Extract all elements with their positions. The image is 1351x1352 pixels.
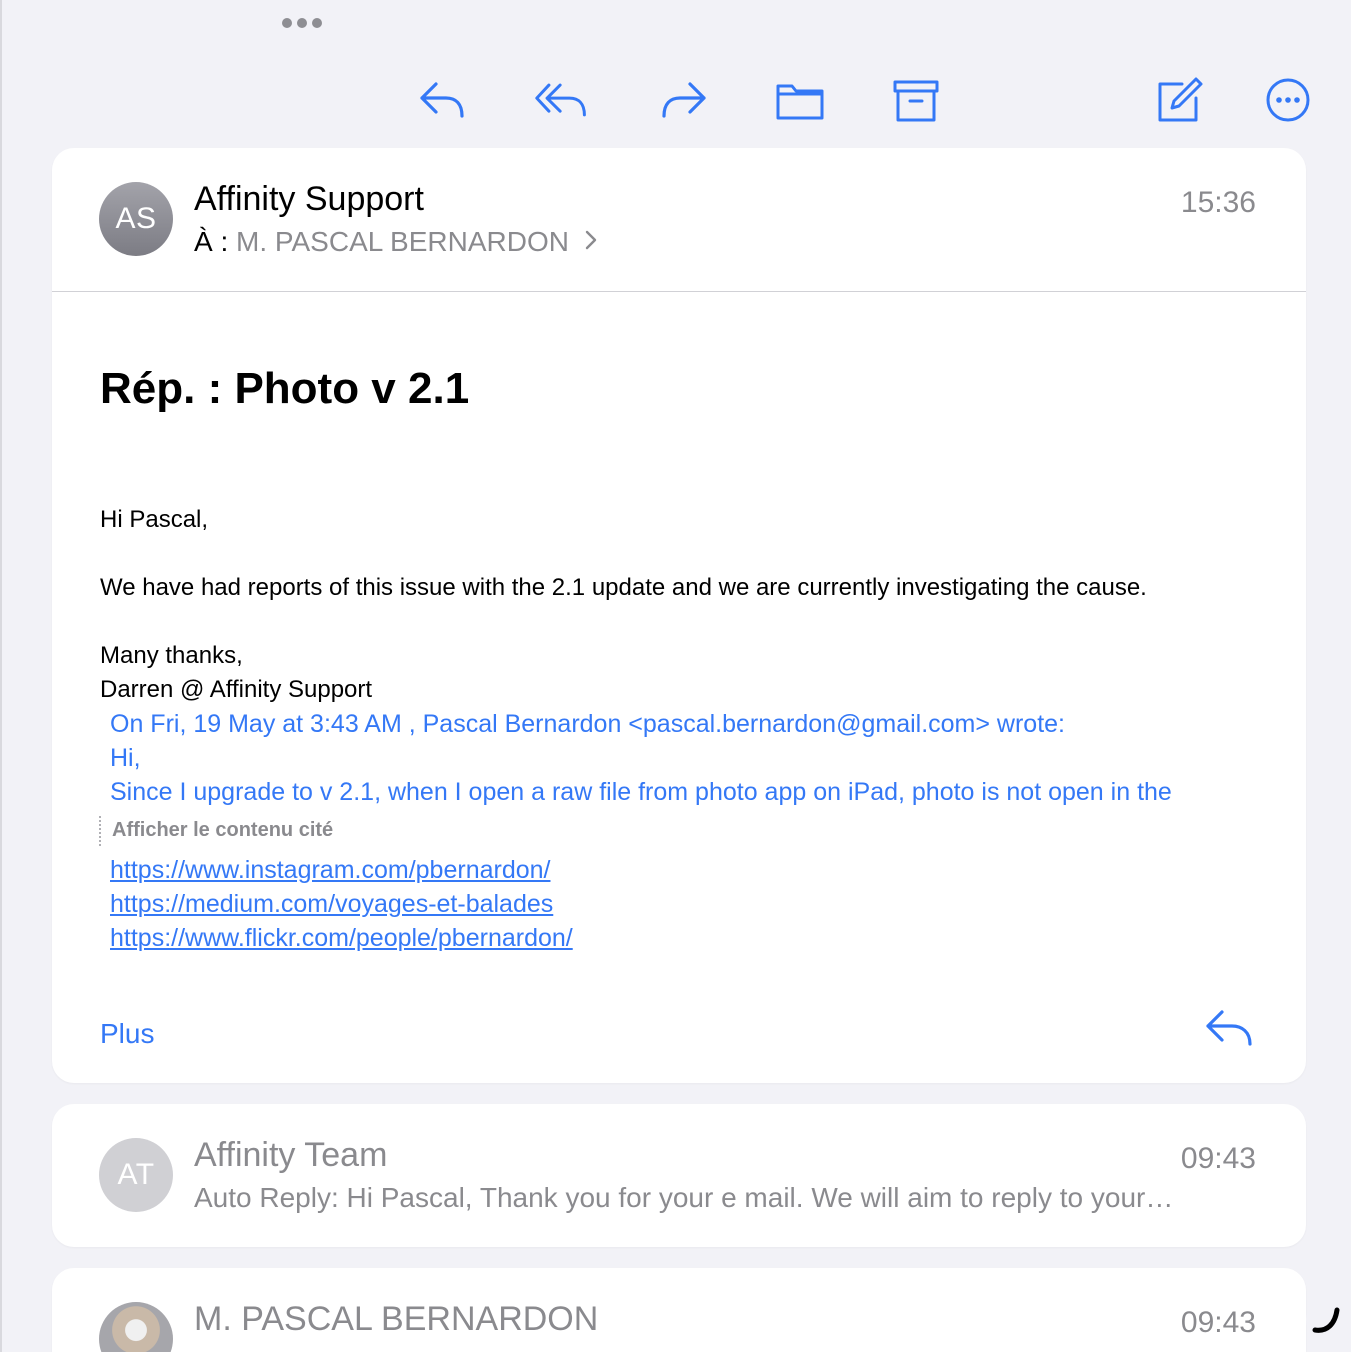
reply-arrow-icon (420, 82, 464, 118)
quoted-line: Hi, (110, 744, 141, 772)
signature-link[interactable]: https://medium.com/voyages-et-balades (110, 890, 553, 919)
body-signature: Darren @ Affinity Support (100, 676, 373, 703)
compose-button[interactable] (1150, 72, 1206, 128)
signature-link[interactable]: https://www.flickr.com/people/pbernardon… (110, 924, 573, 953)
multitasking-grabber[interactable] (282, 18, 322, 28)
more-button[interactable]: Plus (100, 1018, 154, 1050)
compose-square-pencil-icon (1158, 77, 1203, 122)
sender-name: M. PASCAL BERNARDON (194, 1300, 599, 1338)
recipient-name[interactable]: M. PASCAL BERNARDON (236, 226, 569, 257)
reply-all-button[interactable] (534, 72, 590, 128)
forward-button[interactable] (656, 72, 712, 128)
chevron-right-icon (585, 230, 596, 250)
to-label: À : (194, 226, 229, 257)
reply-arrow-icon (1206, 1010, 1252, 1046)
sender-name: Affinity Support (194, 180, 424, 218)
message-preview: Auto Reply: Hi Pascal, Thank you for you… (194, 1182, 1174, 1213)
apple-pencil-scribble-icon (1306, 1301, 1344, 1339)
reply-button[interactable] (414, 72, 470, 128)
signature-link[interactable]: https://www.instagram.com/pbernardon/ (110, 856, 550, 885)
reply-all-icon (535, 83, 586, 117)
archive-box-icon (893, 80, 939, 122)
archive-button[interactable] (888, 72, 944, 128)
body-greeting: Hi Pascal, (100, 506, 209, 533)
thread-message-item[interactable]: M. PASCAL BERNARDON 09:43 (52, 1268, 1306, 1352)
inline-reply-button[interactable] (1202, 1002, 1258, 1054)
recipient-row[interactable]: À : M. PASCAL BERNARDON (194, 226, 599, 258)
message-subject: Rép. : Photo v 2.1 (100, 364, 470, 413)
message-time: 15:36 (1180, 186, 1256, 219)
grabber-dot (282, 18, 292, 28)
more-actions-button[interactable] (1260, 72, 1316, 128)
header-divider (52, 291, 1306, 292)
avatar: AS (99, 182, 173, 256)
ellipsis-circle-icon (1266, 78, 1310, 122)
mail-window: AS Affinity Support À : M. PASCAL BERNAR… (0, 0, 1351, 1352)
forward-arrow-icon (662, 82, 706, 118)
avatar: AT (99, 1138, 173, 1212)
show-quoted-content-button[interactable]: Afficher le contenu cité (99, 816, 333, 846)
quoted-line: Since I upgrade to v 2.1, when I open a … (110, 778, 1172, 806)
body-signoff: Many thanks, (100, 642, 243, 669)
message-time: 09:43 (1180, 1306, 1256, 1339)
grabber-dot (297, 18, 307, 28)
grabber-dot (312, 18, 322, 28)
sender-name: Affinity Team (194, 1136, 388, 1174)
avatar (99, 1302, 173, 1352)
message-time: 09:43 (1180, 1142, 1256, 1175)
body-paragraph: We have had reports of this issue with t… (100, 574, 1147, 601)
avatar-initials: AS (115, 202, 157, 235)
quoted-header: On Fri, 19 May at 3:43 AM , Pascal Berna… (110, 710, 1066, 738)
message-card: AS Affinity Support À : M. PASCAL BERNAR… (52, 148, 1306, 1083)
thread-message-item[interactable]: AT Affinity Team 09:43 Auto Reply: Hi Pa… (52, 1104, 1306, 1247)
folder-icon (776, 84, 824, 120)
avatar-initials: AT (117, 1158, 155, 1191)
move-to-folder-button[interactable] (772, 72, 828, 128)
